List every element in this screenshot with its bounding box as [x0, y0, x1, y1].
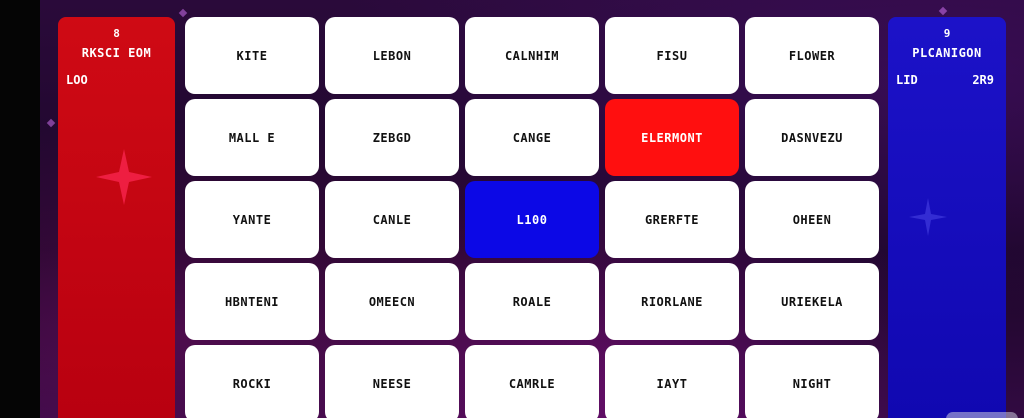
word-card[interactable]: CALNHIM — [465, 17, 599, 94]
word-card[interactable]: ROALE — [465, 263, 599, 340]
word-card[interactable]: CANGE — [465, 99, 599, 176]
word-card[interactable]: RIORLANE — [605, 263, 739, 340]
game-screen: 8 RKSCI EOM LOO KITE LEBON CALNHIM FISU FLOW… — [0, 0, 1024, 418]
blue-team-player: LID — [896, 73, 918, 87]
left-edge-bar — [0, 0, 40, 418]
word-card[interactable]: DASNVEZU — [745, 99, 879, 176]
word-card[interactable]: ELERMONT — [605, 99, 739, 176]
word-card[interactable]: OHEEN — [745, 181, 879, 258]
word-card-grid: KITE LEBON CALNHIM FISU FLOWER MALL E ZEBGD CAN… — [185, 17, 880, 418]
red-team-name: RKSCI EOM — [81, 46, 152, 60]
star-icon — [909, 198, 947, 236]
blue-team-count: 9 — [943, 27, 951, 40]
blue-team-panel: 9 PLCANIGON LID 2R9 — [888, 17, 1006, 418]
red-team-panel: 8 RKSCI EOM LOO — [58, 17, 175, 418]
sparkle-decoration — [938, 6, 948, 16]
word-card[interactable]: CANLE — [325, 181, 459, 258]
word-card[interactable]: NEESE — [325, 345, 459, 418]
word-card[interactable]: FLOWER — [745, 17, 879, 94]
sparkle-decoration — [178, 8, 188, 18]
star-icon — [96, 149, 152, 205]
word-card[interactable]: HBNTENI — [185, 263, 319, 340]
word-card[interactable]: OMEECN — [325, 263, 459, 340]
blue-team-name: PLCANIGON — [912, 46, 982, 60]
word-card[interactable]: NIGHT — [745, 345, 879, 418]
word-card[interactable]: ZEBGD — [325, 99, 459, 176]
red-team-player: LOO — [66, 73, 88, 87]
word-card[interactable]: KITE — [185, 17, 319, 94]
word-card[interactable]: GRERFTE — [605, 181, 739, 258]
word-card[interactable]: L100 — [465, 181, 599, 258]
word-card[interactable]: YANTE — [185, 181, 319, 258]
overlay-handle[interactable] — [946, 412, 1018, 418]
red-team-count: 8 — [113, 27, 120, 40]
word-card[interactable]: LEBON — [325, 17, 459, 94]
blue-team-score: 2R9 — [972, 73, 994, 87]
word-card[interactable]: FISU — [605, 17, 739, 94]
sparkle-decoration — [46, 118, 56, 128]
word-card[interactable]: ROCKI — [185, 345, 319, 418]
word-card[interactable]: IAYT — [605, 345, 739, 418]
word-card[interactable]: CAMRLE — [465, 345, 599, 418]
word-card[interactable]: URIEKELA — [745, 263, 879, 340]
word-card[interactable]: MALL E — [185, 99, 319, 176]
